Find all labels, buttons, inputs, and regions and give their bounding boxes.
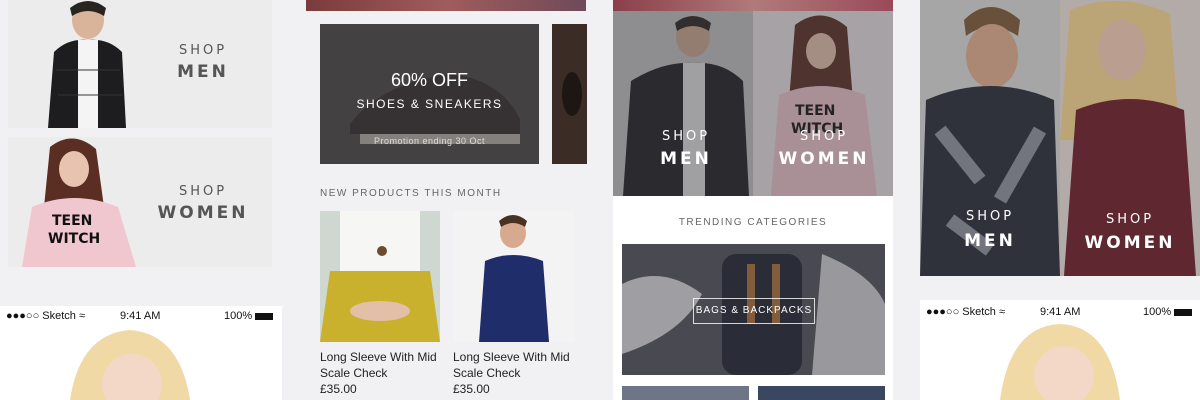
product-name[interactable]: Long Sleeve With Mid Scale Check xyxy=(453,349,583,381)
model-photo xyxy=(1000,324,1120,400)
women-label: WOMEN xyxy=(1084,233,1176,253)
carrier-status: ●●●○○ Sketch ≈ xyxy=(926,306,1006,318)
product-price: £35.00 xyxy=(453,382,490,396)
product-photo xyxy=(453,211,574,342)
category-button[interactable]: BAGS & BACKPACKS xyxy=(693,298,815,324)
women-label: WOMEN xyxy=(157,203,249,223)
section-title: NEW PRODUCTS THIS MONTH xyxy=(320,188,502,199)
shop-women-card[interactable]: TEEN WITCH SHOP WOMEN xyxy=(8,137,272,267)
promo-note: Promotion ending 30 Oct xyxy=(373,136,486,146)
phone-screen-left: ●●●○○ Sketch ≈ 9:41 AM 100% xyxy=(0,306,282,400)
shop-women-card[interactable]: TEEN WITCH SHOP WOMEN xyxy=(753,11,893,196)
category-card[interactable]: BAGS & BACKPACKS xyxy=(622,244,885,375)
men-label: MEN xyxy=(964,231,1016,251)
shop-label: SHOP xyxy=(1105,212,1155,227)
men-model-photo xyxy=(48,1,126,128)
shop-men-card[interactable]: SHOP MEN xyxy=(8,0,272,128)
shop-women-card[interactable]: SHOP WOMEN xyxy=(1060,0,1200,276)
promo-card-next[interactable] xyxy=(552,24,587,164)
product-card[interactable] xyxy=(453,211,574,342)
product-price: £35.00 xyxy=(320,382,357,396)
wifi-icon: ≈ xyxy=(79,310,86,322)
status-time: 9:41 AM xyxy=(120,310,161,322)
women-label: WOMEN xyxy=(778,149,870,169)
women-model-photo: TEEN WITCH xyxy=(22,138,136,267)
product-card[interactable] xyxy=(320,211,440,342)
men-label: MEN xyxy=(660,149,712,169)
product-name[interactable]: Long Sleeve With Mid Scale Check xyxy=(320,349,450,381)
svg-text:WITCH: WITCH xyxy=(48,231,100,247)
shop-label: SHOP xyxy=(799,129,849,144)
men-label: MEN xyxy=(177,62,229,82)
model-photo xyxy=(70,330,190,400)
wifi-icon: ≈ xyxy=(999,306,1006,318)
shop-label: SHOP xyxy=(178,43,228,58)
promo-subtitle: SHOES & SNEAKERS xyxy=(356,97,503,111)
category-card[interactable] xyxy=(622,386,749,400)
shop-label: SHOP xyxy=(965,209,1015,224)
product-photo xyxy=(320,211,440,342)
category-card[interactable] xyxy=(758,386,885,400)
phone-screen-right: ●●●○○ Sketch ≈ 9:41 AM 100% xyxy=(920,300,1200,400)
shop-men-card[interactable]: SHOP MEN xyxy=(920,0,1060,276)
shop-label: SHOP xyxy=(178,184,228,199)
product-photo xyxy=(552,24,587,164)
top-banner-image xyxy=(613,0,893,11)
promo-headline: 60% OFF xyxy=(390,70,469,90)
carrier-status: ●●●○○ Sketch ≈ xyxy=(6,310,86,322)
battery-icon xyxy=(255,312,274,320)
top-banner-image[interactable] xyxy=(306,0,586,11)
signal-dots-icon: ●●●○○ xyxy=(926,306,960,318)
battery-icon xyxy=(1174,308,1193,316)
shop-label: SHOP xyxy=(661,129,711,144)
promo-card[interactable]: 60% OFF SHOES & SNEAKERS Promotion endin… xyxy=(320,24,539,164)
svg-text:TEEN: TEEN xyxy=(52,213,92,229)
battery-status: 100% xyxy=(224,310,274,322)
category-label: BAGS & BACKPACKS xyxy=(695,305,813,316)
section-title: TRENDING CATEGORIES xyxy=(678,217,828,228)
status-time: 9:41 AM xyxy=(1040,306,1081,318)
signal-dots-icon: ●●●○○ xyxy=(6,310,40,322)
battery-status: 100% xyxy=(1143,306,1193,318)
shop-men-card[interactable]: SHOP MEN xyxy=(613,11,753,196)
phone-screen-middle: SHOP MEN TEEN WITCH SHOP WOMEN TRENDING … xyxy=(613,0,893,400)
